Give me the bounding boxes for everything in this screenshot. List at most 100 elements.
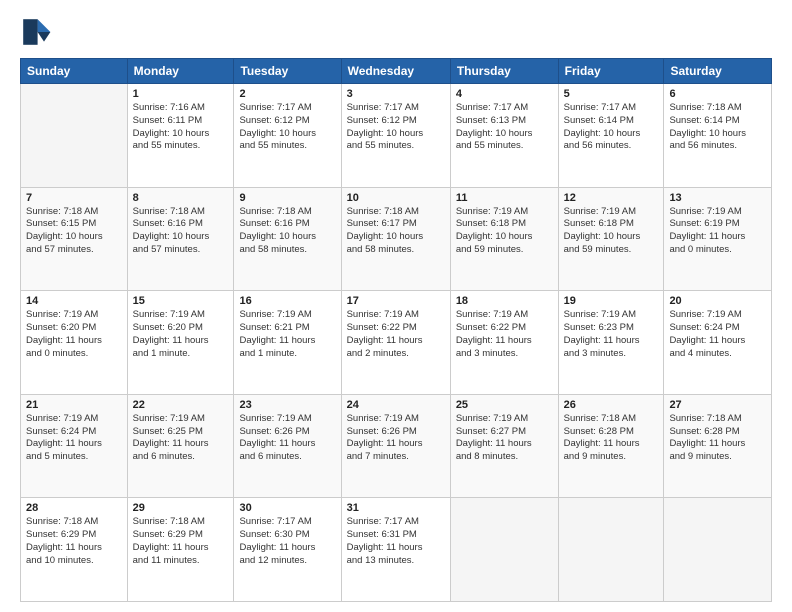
day-info: Sunrise: 7:17 AMSunset: 6:13 PMDaylight:…	[456, 102, 553, 153]
day-info: Sunrise: 7:19 AMSunset: 6:18 PMDaylight:…	[564, 206, 659, 257]
day-cell: 12 Sunrise: 7:19 AMSunset: 6:18 PMDayligh…	[558, 187, 664, 291]
day-info: Sunrise: 7:18 AMSunset: 6:28 PMDaylight:…	[564, 413, 659, 464]
header-cell-tuesday: Tuesday	[234, 59, 341, 84]
day-number: 6	[669, 88, 766, 100]
day-cell: 8 Sunrise: 7:18 AMSunset: 6:16 PMDaylight…	[127, 187, 234, 291]
day-number: 27	[669, 399, 766, 411]
day-cell: 25 Sunrise: 7:19 AMSunset: 6:27 PMDayligh…	[450, 394, 558, 498]
day-number: 2	[239, 88, 335, 100]
day-info: Sunrise: 7:18 AMSunset: 6:29 PMDaylight:…	[26, 516, 122, 567]
day-number: 21	[26, 399, 122, 411]
day-info: Sunrise: 7:19 AMSunset: 6:20 PMDaylight:…	[26, 309, 122, 360]
header-cell-friday: Friday	[558, 59, 664, 84]
day-cell: 18 Sunrise: 7:19 AMSunset: 6:22 PMDayligh…	[450, 291, 558, 395]
day-number: 19	[564, 295, 659, 307]
day-info: Sunrise: 7:19 AMSunset: 6:24 PMDaylight:…	[26, 413, 122, 464]
day-number: 25	[456, 399, 553, 411]
day-info: Sunrise: 7:19 AMSunset: 6:21 PMDaylight:…	[239, 309, 335, 360]
day-cell: 15Sunrise: 7:19 AMSunset: 6:20 PMDayligh…	[127, 291, 234, 395]
day-number: 23	[239, 399, 335, 411]
week-row-4: 21 Sunrise: 7:19 AMSunset: 6:24 PMDayligh…	[21, 394, 772, 498]
day-number: 15	[133, 295, 229, 307]
day-number: 31	[347, 502, 445, 514]
day-cell: 23 Sunrise: 7:19 AMSunset: 6:26 PMDayligh…	[234, 394, 341, 498]
day-number: 8	[133, 192, 229, 204]
day-cell: 17 Sunrise: 7:19 AMSunset: 6:22 PMDayligh…	[341, 291, 450, 395]
day-cell: 31 Sunrise: 7:17 AMSunset: 6:31 PMDayligh…	[341, 498, 450, 602]
day-cell	[558, 498, 664, 602]
logo-icon	[20, 16, 52, 48]
day-number: 3	[347, 88, 445, 100]
day-number: 13	[669, 192, 766, 204]
day-number: 28	[26, 502, 122, 514]
day-cell: 20Sunrise: 7:19 AMSunset: 6:24 PMDayligh…	[664, 291, 772, 395]
day-number: 12	[564, 192, 659, 204]
day-cell: 1 Sunrise: 7:16 AMSunset: 6:11 PMDaylight…	[127, 84, 234, 188]
day-cell: 27 Sunrise: 7:18 AMSunset: 6:28 PMDayligh…	[664, 394, 772, 498]
day-cell: 14 Sunrise: 7:19 AMSunset: 6:20 PMDayligh…	[21, 291, 128, 395]
week-row-1: 1 Sunrise: 7:16 AMSunset: 6:11 PMDaylight…	[21, 84, 772, 188]
week-row-3: 14 Sunrise: 7:19 AMSunset: 6:20 PMDayligh…	[21, 291, 772, 395]
day-cell: 3 Sunrise: 7:17 AMSunset: 6:12 PMDaylight…	[341, 84, 450, 188]
day-number: 30	[239, 502, 335, 514]
day-cell: 26Sunrise: 7:18 AMSunset: 6:28 PMDayligh…	[558, 394, 664, 498]
day-cell: 16 Sunrise: 7:19 AMSunset: 6:21 PMDayligh…	[234, 291, 341, 395]
day-number: 10	[347, 192, 445, 204]
day-info: Sunrise: 7:19 AMSunset: 6:26 PMDaylight:…	[239, 413, 335, 464]
day-number: 18	[456, 295, 553, 307]
day-info: Sunrise: 7:17 AMSunset: 6:31 PMDaylight:…	[347, 516, 445, 567]
day-info: Sunrise: 7:18 AMSunset: 6:16 PMDaylight:…	[133, 206, 229, 257]
day-info: Sunrise: 7:16 AMSunset: 6:11 PMDaylight:…	[133, 102, 229, 153]
day-cell: 2 Sunrise: 7:17 AMSunset: 6:12 PMDaylight…	[234, 84, 341, 188]
day-info: Sunrise: 7:18 AMSunset: 6:15 PMDaylight:…	[26, 206, 122, 257]
day-number: 9	[239, 192, 335, 204]
day-info: Sunrise: 7:19 AMSunset: 6:23 PMDaylight:…	[564, 309, 659, 360]
day-cell: 21 Sunrise: 7:19 AMSunset: 6:24 PMDayligh…	[21, 394, 128, 498]
day-info: Sunrise: 7:18 AMSunset: 6:28 PMDaylight:…	[669, 413, 766, 464]
day-cell: 30Sunrise: 7:17 AMSunset: 6:30 PMDayligh…	[234, 498, 341, 602]
calendar-table: SundayMondayTuesdayWednesdayThursdayFrid…	[20, 58, 772, 602]
day-info: Sunrise: 7:19 AMSunset: 6:22 PMDaylight:…	[456, 309, 553, 360]
day-info: Sunrise: 7:17 AMSunset: 6:12 PMDaylight:…	[239, 102, 335, 153]
header-row: SundayMondayTuesdayWednesdayThursdayFrid…	[21, 59, 772, 84]
day-cell	[664, 498, 772, 602]
day-info: Sunrise: 7:19 AMSunset: 6:26 PMDaylight:…	[347, 413, 445, 464]
header	[20, 16, 772, 48]
day-number: 24	[347, 399, 445, 411]
day-number: 22	[133, 399, 229, 411]
day-info: Sunrise: 7:18 AMSunset: 6:29 PMDaylight:…	[133, 516, 229, 567]
day-info: Sunrise: 7:17 AMSunset: 6:14 PMDaylight:…	[564, 102, 659, 153]
day-info: Sunrise: 7:19 AMSunset: 6:22 PMDaylight:…	[347, 309, 445, 360]
day-info: Sunrise: 7:17 AMSunset: 6:12 PMDaylight:…	[347, 102, 445, 153]
day-cell: 4 Sunrise: 7:17 AMSunset: 6:13 PMDaylight…	[450, 84, 558, 188]
header-cell-monday: Monday	[127, 59, 234, 84]
day-cell: 5Sunrise: 7:17 AMSunset: 6:14 PMDaylight…	[558, 84, 664, 188]
header-cell-wednesday: Wednesday	[341, 59, 450, 84]
day-number: 29	[133, 502, 229, 514]
day-number: 16	[239, 295, 335, 307]
week-row-2: 7 Sunrise: 7:18 AMSunset: 6:15 PMDaylight…	[21, 187, 772, 291]
day-cell: 22 Sunrise: 7:19 AMSunset: 6:25 PMDayligh…	[127, 394, 234, 498]
week-row-5: 28 Sunrise: 7:18 AMSunset: 6:29 PMDayligh…	[21, 498, 772, 602]
day-number: 1	[133, 88, 229, 100]
day-info: Sunrise: 7:19 AMSunset: 6:27 PMDaylight:…	[456, 413, 553, 464]
day-number: 4	[456, 88, 553, 100]
day-cell: 10 Sunrise: 7:18 AMSunset: 6:17 PMDayligh…	[341, 187, 450, 291]
calendar-body: 1 Sunrise: 7:16 AMSunset: 6:11 PMDaylight…	[21, 84, 772, 602]
day-info: Sunrise: 7:18 AMSunset: 6:17 PMDaylight:…	[347, 206, 445, 257]
header-cell-sunday: Sunday	[21, 59, 128, 84]
header-cell-thursday: Thursday	[450, 59, 558, 84]
day-number: 7	[26, 192, 122, 204]
day-number: 14	[26, 295, 122, 307]
day-info: Sunrise: 7:19 AMSunset: 6:24 PMDaylight:…	[669, 309, 766, 360]
logo	[20, 16, 58, 48]
day-cell: 29 Sunrise: 7:18 AMSunset: 6:29 PMDayligh…	[127, 498, 234, 602]
day-info: Sunrise: 7:19 AMSunset: 6:25 PMDaylight:…	[133, 413, 229, 464]
day-cell: 13Sunrise: 7:19 AMSunset: 6:19 PMDayligh…	[664, 187, 772, 291]
day-cell	[21, 84, 128, 188]
day-cell: 11Sunrise: 7:19 AMSunset: 6:18 PMDayligh…	[450, 187, 558, 291]
day-cell: 24 Sunrise: 7:19 AMSunset: 6:26 PMDayligh…	[341, 394, 450, 498]
day-cell: 9 Sunrise: 7:18 AMSunset: 6:16 PMDaylight…	[234, 187, 341, 291]
day-info: Sunrise: 7:18 AMSunset: 6:16 PMDaylight:…	[239, 206, 335, 257]
day-number: 17	[347, 295, 445, 307]
